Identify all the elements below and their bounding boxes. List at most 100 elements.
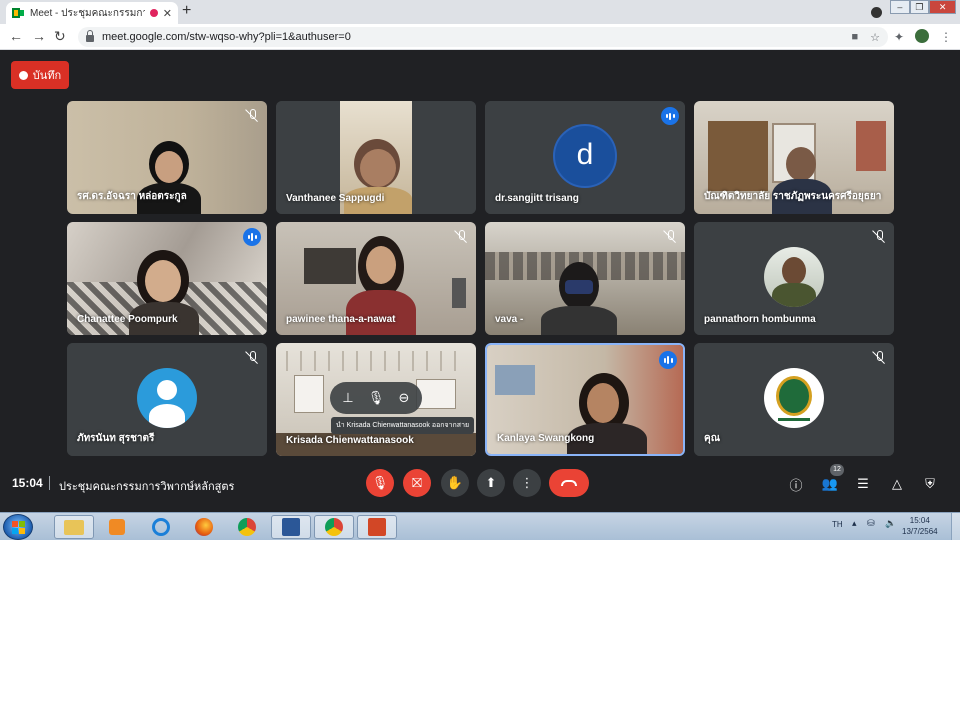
taskbar-chrome[interactable] <box>227 515 267 539</box>
camera-off-icon: ⛝ <box>412 475 422 490</box>
close-tab-icon[interactable]: ✕ <box>163 7 172 20</box>
recording-indicator[interactable]: บันทึก <box>11 61 69 89</box>
participant-tile[interactable]: d dr.sangjitt trisang <box>485 101 685 214</box>
firefox-icon <box>195 518 213 536</box>
participant-name: vava - <box>495 314 524 325</box>
speaking-indicator-icon <box>661 107 679 125</box>
clock-date: 13/7/2564 <box>902 527 938 536</box>
avatar: d <box>553 124 617 188</box>
participant-tile[interactable]: Chanattee Poompurk <box>67 222 267 335</box>
participant-tile-active-speaker[interactable]: Kanlaya Swangkong <box>485 343 685 456</box>
forward-arrow-icon[interactable]: → <box>32 28 46 44</box>
profile-avatar[interactable] <box>915 29 929 43</box>
screen: Meet - ประชุมคณะกรรมการวิพากษ์ ✕ + – ❐ ✕… <box>0 0 960 540</box>
participant-tile[interactable]: คุณ <box>694 343 894 456</box>
tile-hover-controls: ⊥ 🎙 ⊖ <box>330 382 422 414</box>
divider <box>49 476 50 490</box>
windows-taskbar <box>0 512 960 540</box>
camera-icon[interactable]: ■ <box>851 31 858 43</box>
browser-menu-icon[interactable]: ⋮ <box>940 30 952 44</box>
show-desktop-button[interactable] <box>951 513 960 540</box>
meeting-details-button[interactable]: ⓘ <box>786 474 806 494</box>
clock-time: 15:04 <box>909 516 930 525</box>
tab-search-icon[interactable] <box>871 7 882 18</box>
media-player-icon <box>109 519 125 535</box>
participant-name: รศ.ดร.อัจฉรา หล่อตระกูล <box>77 191 187 202</box>
present-button[interactable]: ⬆ <box>477 469 505 497</box>
speaking-indicator-icon <box>659 351 677 369</box>
minimize-button[interactable]: – <box>890 0 910 14</box>
participant-tile[interactable]: บัณฑิตวิทยาลัย ราชภัฏพระนครศรีอยุธยา <box>694 101 894 214</box>
mic-off-icon <box>454 229 468 243</box>
taskbar-explorer[interactable] <box>54 515 94 539</box>
participant-tile[interactable]: pannathorn hombunma <box>694 222 894 335</box>
taskbar-clock[interactable]: 15:04 13/7/2564 <box>902 515 938 537</box>
remove-participant-icon[interactable]: ⊖ <box>392 386 416 410</box>
taskbar-word[interactable] <box>271 515 311 539</box>
restore-button[interactable]: ❐ <box>909 0 930 14</box>
default-avatar-icon <box>137 368 197 428</box>
new-tab-button[interactable]: + <box>182 2 191 20</box>
hand-icon: ✋ <box>446 475 464 490</box>
recording-dot-icon <box>149 9 158 17</box>
back-arrow-icon[interactable]: ← <box>9 28 23 44</box>
taskbar-chrome-active[interactable] <box>314 515 354 539</box>
tab-title: Meet - ประชุมคณะกรรมการวิพากษ์ <box>30 7 145 19</box>
taskbar-media-player[interactable] <box>97 515 137 539</box>
activities-shapes-icon: △ <box>892 476 902 491</box>
mic-off-icon <box>245 108 259 122</box>
camera-toggle-button[interactable]: ⛝ <box>403 469 431 497</box>
mic-off-icon <box>245 350 259 364</box>
taskbar-internet-explorer[interactable] <box>141 515 181 539</box>
lock-icon <box>86 30 94 42</box>
activities-button[interactable]: △ <box>887 474 907 494</box>
folder-icon <box>64 519 84 535</box>
chat-button[interactable]: ☰ <box>853 474 873 494</box>
participant-name: คุณ <box>704 433 720 444</box>
pin-icon[interactable]: ⊥ <box>336 386 360 410</box>
participant-name: Kanlaya Swangkong <box>497 433 595 444</box>
url-text: meet.google.com/stw-wqso-why?pli=1&authu… <box>102 31 351 43</box>
participant-name: บัณฑิตวิทยาลัย ราชภัฏพระนครศรีอยุธยา <box>704 191 882 202</box>
start-button[interactable] <box>3 514 33 540</box>
leave-call-button[interactable] <box>549 469 589 497</box>
bookmark-star-icon[interactable]: ☆ <box>870 31 880 44</box>
participant-name: pannathorn hombunma <box>704 314 816 325</box>
window-close-button[interactable]: ✕ <box>929 0 956 14</box>
taskbar-powerpoint[interactable] <box>357 515 397 539</box>
chrome-icon <box>325 518 343 536</box>
host-controls-button[interactable]: ⛨ <box>920 474 940 494</box>
mute-participant-icon[interactable]: 🎙 <box>364 386 388 410</box>
more-vertical-icon: ⋮ <box>520 475 534 490</box>
avatar <box>764 247 824 307</box>
language-indicator[interactable]: TH <box>832 520 843 529</box>
reload-icon[interactable]: ↻ <box>54 28 66 45</box>
participant-tile[interactable]: รศ.ดร.อัจฉรา หล่อตระกูล <box>67 101 267 214</box>
system-tray-icons[interactable]: ▴ ⛁ 🔈 <box>852 518 900 529</box>
participant-tile[interactable]: pawinee thana-a-nawat <box>276 222 476 335</box>
people-button[interactable]: 👥 <box>820 474 840 494</box>
participant-tile[interactable]: Vanthanee Sappugdi <box>276 101 476 214</box>
participant-name: Krisada Chienwattanasook <box>286 435 414 446</box>
word-icon <box>282 518 300 536</box>
university-logo <box>764 368 824 428</box>
participant-tile[interactable]: ภัทรนันท สุรชาตรี <box>67 343 267 456</box>
more-options-button[interactable]: ⋮ <box>513 469 541 497</box>
participant-name: ภัทรนันท สุรชาตรี <box>77 433 155 444</box>
address-bar[interactable]: meet.google.com/stw-wqso-why?pli=1&authu… <box>78 27 888 47</box>
tooltip: นำ Krisada Chienwattanasook ออกจากสาย <box>331 417 475 434</box>
google-meet-icon <box>12 8 24 18</box>
meet-window: บันทึก รศ.ดร.อัจฉรา หล่อตระกูล Vanthanee… <box>0 50 960 512</box>
taskbar-firefox[interactable] <box>184 515 224 539</box>
extensions-icon[interactable]: ✦ <box>894 30 904 44</box>
participant-name: dr.sangjitt trisang <box>495 193 579 204</box>
browser-toolbar: ← → ↻ meet.google.com/stw-wqso-why?pli=1… <box>0 24 960 50</box>
browser-tab-meet[interactable]: Meet - ประชุมคณะกรรมการวิพากษ์ ✕ <box>6 2 178 24</box>
participant-name: Vanthanee Sappugdi <box>286 193 385 204</box>
record-dot-icon <box>18 70 28 80</box>
raise-hand-button[interactable]: ✋ <box>441 469 469 497</box>
mic-toggle-button[interactable]: 🎙 <box>366 469 394 497</box>
mic-off-icon: 🎙 <box>371 475 389 490</box>
browser-tab-strip: Meet - ประชุมคณะกรรมการวิพากษ์ ✕ + – ❐ ✕ <box>0 0 960 24</box>
participant-tile[interactable]: vava - <box>485 222 685 335</box>
